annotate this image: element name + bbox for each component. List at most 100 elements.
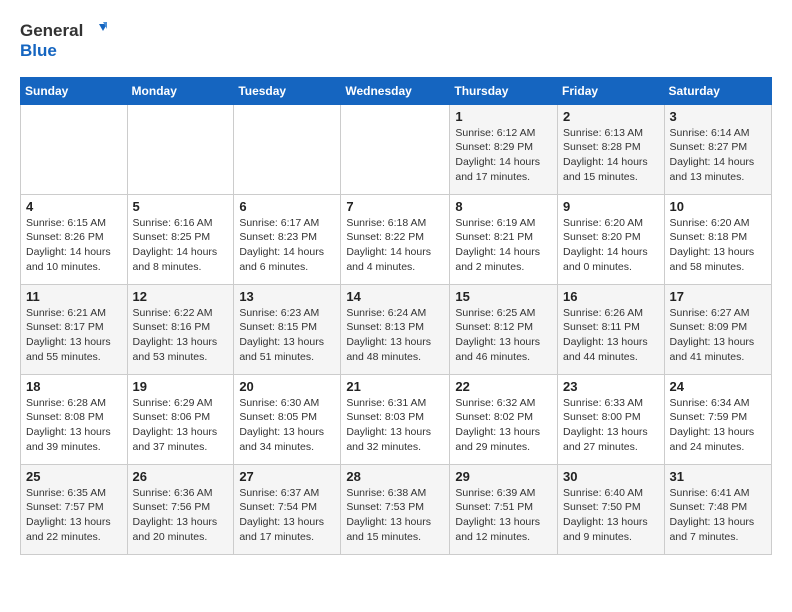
day-info: Sunrise: 6:33 AM Sunset: 8:00 PM Dayligh… <box>563 396 659 455</box>
cell-week1-day0 <box>21 104 128 194</box>
header-thursday: Thursday <box>450 77 558 104</box>
cell-week2-day2: 6 Sunrise: 6:17 AM Sunset: 8:23 PM Daylig… <box>234 194 341 284</box>
cell-week3-day0: 11Sunrise: 6:21 AM Sunset: 8:17 PM Dayli… <box>21 284 128 374</box>
day-number: 23 <box>563 379 659 394</box>
cell-week3-day1: 12 Sunrise: 6:22 AM Sunset: 8:16 PM Dayli… <box>127 284 234 374</box>
cell-week5-day3: 28 Sunrise: 6:38 AM Sunset: 7:53 PM Dayli… <box>341 464 450 554</box>
day-info: Sunrise: 6:20 AM Sunset: 8:18 PM Dayligh… <box>670 216 766 275</box>
cell-week5-day6: 31Sunrise: 6:41 AM Sunset: 7:48 PM Dayli… <box>664 464 771 554</box>
header-tuesday: Tuesday <box>234 77 341 104</box>
day-number: 1 <box>455 109 552 124</box>
cell-week4-day2: 20 Sunrise: 6:30 AM Sunset: 8:05 PM Dayli… <box>234 374 341 464</box>
header-sunday: Sunday <box>21 77 128 104</box>
cell-week3-day3: 14 Sunrise: 6:24 AM Sunset: 8:13 PM Dayli… <box>341 284 450 374</box>
day-info: Sunrise: 6:24 AM Sunset: 8:13 PM Dayligh… <box>346 306 444 365</box>
day-info: Sunrise: 6:19 AM Sunset: 8:21 PM Dayligh… <box>455 216 552 275</box>
cell-week4-day4: 22 Sunrise: 6:32 AM Sunset: 8:02 PM Dayli… <box>450 374 558 464</box>
day-number: 21 <box>346 379 444 394</box>
day-number: 4 <box>26 199 122 214</box>
cell-week5-day2: 27 Sunrise: 6:37 AM Sunset: 7:54 PM Dayli… <box>234 464 341 554</box>
day-info: Sunrise: 6:17 AM Sunset: 8:23 PM Dayligh… <box>239 216 335 275</box>
cell-week1-day3 <box>341 104 450 194</box>
day-number: 16 <box>563 289 659 304</box>
day-number: 7 <box>346 199 444 214</box>
calendar-table: SundayMondayTuesdayWednesdayThursdayFrid… <box>20 77 772 555</box>
logo-blue: Blue <box>20 42 107 61</box>
day-info: Sunrise: 6:20 AM Sunset: 8:20 PM Dayligh… <box>563 216 659 275</box>
header-saturday: Saturday <box>664 77 771 104</box>
header-wednesday: Wednesday <box>341 77 450 104</box>
day-number: 9 <box>563 199 659 214</box>
cell-week5-day5: 30 Sunrise: 6:40 AM Sunset: 7:50 PM Dayli… <box>558 464 665 554</box>
day-number: 14 <box>346 289 444 304</box>
day-number: 6 <box>239 199 335 214</box>
week-row-4: 18 Sunrise: 6:28 AM Sunset: 8:08 PM Dayli… <box>21 374 772 464</box>
day-info: Sunrise: 6:29 AM Sunset: 8:06 PM Dayligh… <box>133 396 229 455</box>
day-info: Sunrise: 6:16 AM Sunset: 8:25 PM Dayligh… <box>133 216 229 275</box>
day-number: 15 <box>455 289 552 304</box>
cell-week2-day3: 7 Sunrise: 6:18 AM Sunset: 8:22 PM Daylig… <box>341 194 450 284</box>
cell-week1-day2 <box>234 104 341 194</box>
header: General Blue <box>20 20 772 61</box>
day-number: 3 <box>670 109 766 124</box>
cell-week2-day6: 10Sunrise: 6:20 AM Sunset: 8:18 PM Dayli… <box>664 194 771 284</box>
cell-week4-day3: 21 Sunrise: 6:31 AM Sunset: 8:03 PM Dayli… <box>341 374 450 464</box>
week-row-2: 4 Sunrise: 6:15 AM Sunset: 8:26 PM Daylig… <box>21 194 772 284</box>
day-number: 17 <box>670 289 766 304</box>
day-number: 30 <box>563 469 659 484</box>
day-number: 13 <box>239 289 335 304</box>
cell-week4-day1: 19 Sunrise: 6:29 AM Sunset: 8:06 PM Dayli… <box>127 374 234 464</box>
day-info: Sunrise: 6:31 AM Sunset: 8:03 PM Dayligh… <box>346 396 444 455</box>
cell-week3-day6: 17Sunrise: 6:27 AM Sunset: 8:09 PM Dayli… <box>664 284 771 374</box>
day-number: 24 <box>670 379 766 394</box>
day-number: 20 <box>239 379 335 394</box>
day-number: 19 <box>133 379 229 394</box>
day-info: Sunrise: 6:38 AM Sunset: 7:53 PM Dayligh… <box>346 486 444 545</box>
cell-week2-day0: 4 Sunrise: 6:15 AM Sunset: 8:26 PM Daylig… <box>21 194 128 284</box>
day-info: Sunrise: 6:28 AM Sunset: 8:08 PM Dayligh… <box>26 396 122 455</box>
cell-week2-day5: 9 Sunrise: 6:20 AM Sunset: 8:20 PM Daylig… <box>558 194 665 284</box>
cell-week1-day4: 1 Sunrise: 6:12 AM Sunset: 8:29 PM Daylig… <box>450 104 558 194</box>
day-info: Sunrise: 6:30 AM Sunset: 8:05 PM Dayligh… <box>239 396 335 455</box>
day-number: 31 <box>670 469 766 484</box>
cell-week4-day5: 23 Sunrise: 6:33 AM Sunset: 8:00 PM Dayli… <box>558 374 665 464</box>
day-info: Sunrise: 6:34 AM Sunset: 7:59 PM Dayligh… <box>670 396 766 455</box>
cell-week4-day6: 24 Sunrise: 6:34 AM Sunset: 7:59 PM Dayli… <box>664 374 771 464</box>
logo-bird-icon <box>85 20 107 42</box>
day-number: 29 <box>455 469 552 484</box>
day-number: 12 <box>133 289 229 304</box>
day-number: 22 <box>455 379 552 394</box>
day-info: Sunrise: 6:23 AM Sunset: 8:15 PM Dayligh… <box>239 306 335 365</box>
week-row-5: 25Sunrise: 6:35 AM Sunset: 7:57 PM Dayli… <box>21 464 772 554</box>
logo: General Blue <box>20 20 107 61</box>
cell-week3-day5: 16 Sunrise: 6:26 AM Sunset: 8:11 PM Dayli… <box>558 284 665 374</box>
day-info: Sunrise: 6:32 AM Sunset: 8:02 PM Dayligh… <box>455 396 552 455</box>
day-number: 8 <box>455 199 552 214</box>
day-info: Sunrise: 6:18 AM Sunset: 8:22 PM Dayligh… <box>346 216 444 275</box>
week-row-1: 1 Sunrise: 6:12 AM Sunset: 8:29 PM Daylig… <box>21 104 772 194</box>
day-info: Sunrise: 6:12 AM Sunset: 8:29 PM Dayligh… <box>455 126 552 185</box>
day-number: 18 <box>26 379 122 394</box>
day-info: Sunrise: 6:36 AM Sunset: 7:56 PM Dayligh… <box>133 486 229 545</box>
cell-week5-day4: 29Sunrise: 6:39 AM Sunset: 7:51 PM Dayli… <box>450 464 558 554</box>
day-number: 27 <box>239 469 335 484</box>
day-info: Sunrise: 6:21 AM Sunset: 8:17 PM Dayligh… <box>26 306 122 365</box>
day-info: Sunrise: 6:40 AM Sunset: 7:50 PM Dayligh… <box>563 486 659 545</box>
header-friday: Friday <box>558 77 665 104</box>
day-info: Sunrise: 6:37 AM Sunset: 7:54 PM Dayligh… <box>239 486 335 545</box>
weekday-header-row: SundayMondayTuesdayWednesdayThursdayFrid… <box>21 77 772 104</box>
logo-general: General <box>20 22 83 41</box>
day-info: Sunrise: 6:22 AM Sunset: 8:16 PM Dayligh… <box>133 306 229 365</box>
day-number: 28 <box>346 469 444 484</box>
cell-week3-day2: 13 Sunrise: 6:23 AM Sunset: 8:15 PM Dayli… <box>234 284 341 374</box>
day-number: 2 <box>563 109 659 124</box>
cell-week2-day4: 8 Sunrise: 6:19 AM Sunset: 8:21 PM Daylig… <box>450 194 558 284</box>
cell-week2-day1: 5Sunrise: 6:16 AM Sunset: 8:25 PM Daylig… <box>127 194 234 284</box>
day-info: Sunrise: 6:15 AM Sunset: 8:26 PM Dayligh… <box>26 216 122 275</box>
cell-week3-day4: 15Sunrise: 6:25 AM Sunset: 8:12 PM Dayli… <box>450 284 558 374</box>
day-number: 26 <box>133 469 229 484</box>
day-info: Sunrise: 6:26 AM Sunset: 8:11 PM Dayligh… <box>563 306 659 365</box>
cell-week1-day1 <box>127 104 234 194</box>
day-info: Sunrise: 6:13 AM Sunset: 8:28 PM Dayligh… <box>563 126 659 185</box>
day-info: Sunrise: 6:14 AM Sunset: 8:27 PM Dayligh… <box>670 126 766 185</box>
